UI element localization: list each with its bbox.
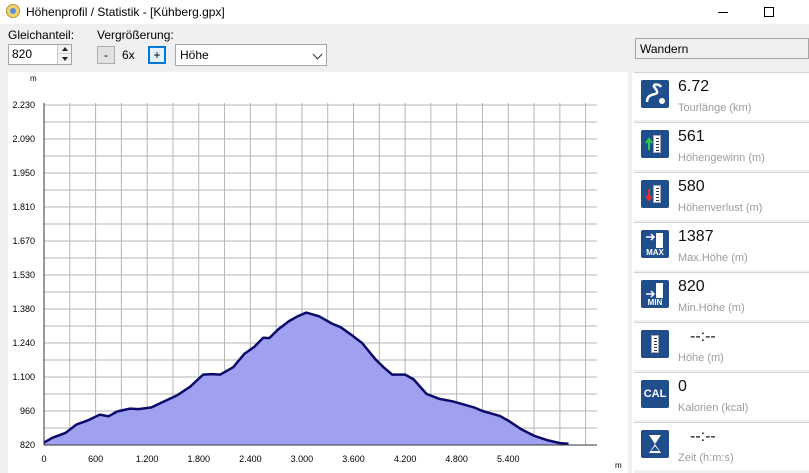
- maximize-button[interactable]: [746, 0, 792, 24]
- offset-spinner[interactable]: 820: [8, 44, 72, 65]
- maximize-icon: [764, 7, 774, 17]
- stat-value: 1387: [678, 228, 714, 245]
- x-tick-label: 1.800: [187, 454, 210, 464]
- window-title: Höhenprofil / Statistik - [Kühberg.gpx]: [26, 5, 225, 19]
- minimize-button[interactable]: [700, 0, 746, 24]
- stat-elevation-gain: 561 Höhengewinn (m): [634, 122, 809, 170]
- activity-value: Wandern: [640, 42, 689, 56]
- stat-label: Tourlänge (km): [678, 102, 752, 114]
- y-axis-unit: m: [30, 74, 37, 83]
- y-tick-label: 960: [20, 406, 35, 416]
- stat-label: Höhenverlust (m): [678, 202, 763, 214]
- elevation-chart[interactable]: 820 960 1.100 1.240 1.380 1.530 1.670 1.810 1.95…: [0, 72, 632, 473]
- stat-elevation: --:-- Höhe (m): [634, 322, 809, 370]
- stat-label: Zeit (h:m:s): [678, 452, 734, 464]
- x-tick-label: 0: [41, 454, 46, 464]
- y-tick-label: 2.090: [12, 134, 35, 144]
- stat-label: Kalorien (kcal): [678, 402, 749, 414]
- chart-svg: 820 960 1.100 1.240 1.380 1.530 1.670 1.810 1.95…: [8, 72, 628, 473]
- min-badge: MIN: [647, 298, 663, 307]
- x-axis-unit: m: [615, 461, 622, 470]
- elevation-loss-icon: [641, 180, 669, 208]
- y-tick-label: 1.380: [12, 304, 35, 314]
- title-bar: Höhenprofil / Statistik - [Kühberg.gpx]: [0, 0, 809, 24]
- stat-label: Höhengewinn (m): [678, 152, 765, 164]
- offset-label: Gleichanteil:: [8, 28, 75, 42]
- stat-value: --:--: [690, 428, 716, 445]
- y-tick-label: 1.810: [12, 202, 35, 212]
- stat-elevation-loss: 580 Höhenverlust (m): [634, 172, 809, 220]
- minimize-icon: [718, 11, 728, 13]
- spin-up-button[interactable]: [58, 45, 71, 54]
- x-tick-label: 4.200: [394, 454, 417, 464]
- stat-value: 6.72: [678, 78, 710, 95]
- tour-length-icon: [641, 80, 669, 108]
- stat-label: Max.Höhe (m): [678, 252, 748, 264]
- x-tick-label: 3.600: [342, 454, 365, 464]
- stat-value: 820: [678, 278, 705, 295]
- offset-value[interactable]: 820: [12, 47, 32, 61]
- y-tick-label: 820: [20, 440, 35, 450]
- x-tick-label: 5.400: [497, 454, 520, 464]
- stat-time: --:-- Zeit (h:m:s): [634, 422, 809, 470]
- min-elevation-icon: MIN: [641, 280, 669, 308]
- app-icon: [6, 4, 20, 18]
- arrow-down-icon: [61, 56, 68, 61]
- max-badge: MAX: [646, 248, 664, 257]
- chevron-down-icon: [312, 49, 323, 60]
- stat-value: 561: [678, 128, 705, 145]
- spinner-buttons: [57, 45, 71, 64]
- stat-tour-length: 6.72 Tourlänge (km): [634, 72, 809, 120]
- hourglass-icon: [641, 430, 669, 458]
- zoom-level: 6x: [122, 48, 135, 62]
- x-tick-label: 4.800: [445, 454, 468, 464]
- stat-value: 0: [678, 378, 687, 395]
- x-tick-label: 2.400: [239, 454, 262, 464]
- stats-panel: 6.72 Tourlänge (km) 561 Höhengewinn (m) …: [634, 72, 809, 473]
- stat-label: Höhe (m): [678, 352, 724, 364]
- max-elevation-icon: MAX: [641, 230, 669, 258]
- stat-label: Min.Höhe (m): [678, 302, 745, 314]
- elevation-gain-icon: [641, 130, 669, 158]
- y-tick-label: 1.100: [12, 372, 35, 382]
- stat-min-elevation: MIN 820 Min.Höhe (m): [634, 272, 809, 320]
- arrow-up-icon: [61, 47, 68, 51]
- cal-badge: CAL: [643, 388, 667, 400]
- profile-type-select[interactable]: Höhe: [175, 44, 327, 66]
- stat-max-elevation: MAX 1387 Max.Höhe (m): [634, 222, 809, 270]
- calories-icon: CAL: [641, 380, 669, 408]
- y-tick-label: 1.670: [12, 236, 35, 246]
- x-tick-label: 3.000: [291, 454, 314, 464]
- spin-down-button[interactable]: [58, 54, 71, 63]
- elevation-icon: [641, 330, 669, 358]
- x-tick-label: 600: [88, 454, 103, 464]
- y-tick-label: 1.950: [12, 168, 35, 178]
- zoom-out-button[interactable]: -: [97, 46, 115, 64]
- stat-calories: CAL 0 Kalorien (kcal): [634, 372, 809, 420]
- y-tick-label: 1.530: [12, 270, 35, 280]
- stat-value: 580: [678, 178, 705, 195]
- y-tick-label: 1.240: [12, 338, 35, 348]
- zoom-in-button[interactable]: +: [148, 46, 166, 64]
- zoom-label: Vergrößerung:: [97, 28, 174, 42]
- profile-type-value: Höhe: [180, 48, 209, 62]
- activity-select[interactable]: Wandern: [635, 38, 809, 59]
- y-tick-label: 2.230: [12, 100, 35, 110]
- x-tick-label: 1.200: [136, 454, 159, 464]
- stat-value: --:--: [690, 328, 716, 345]
